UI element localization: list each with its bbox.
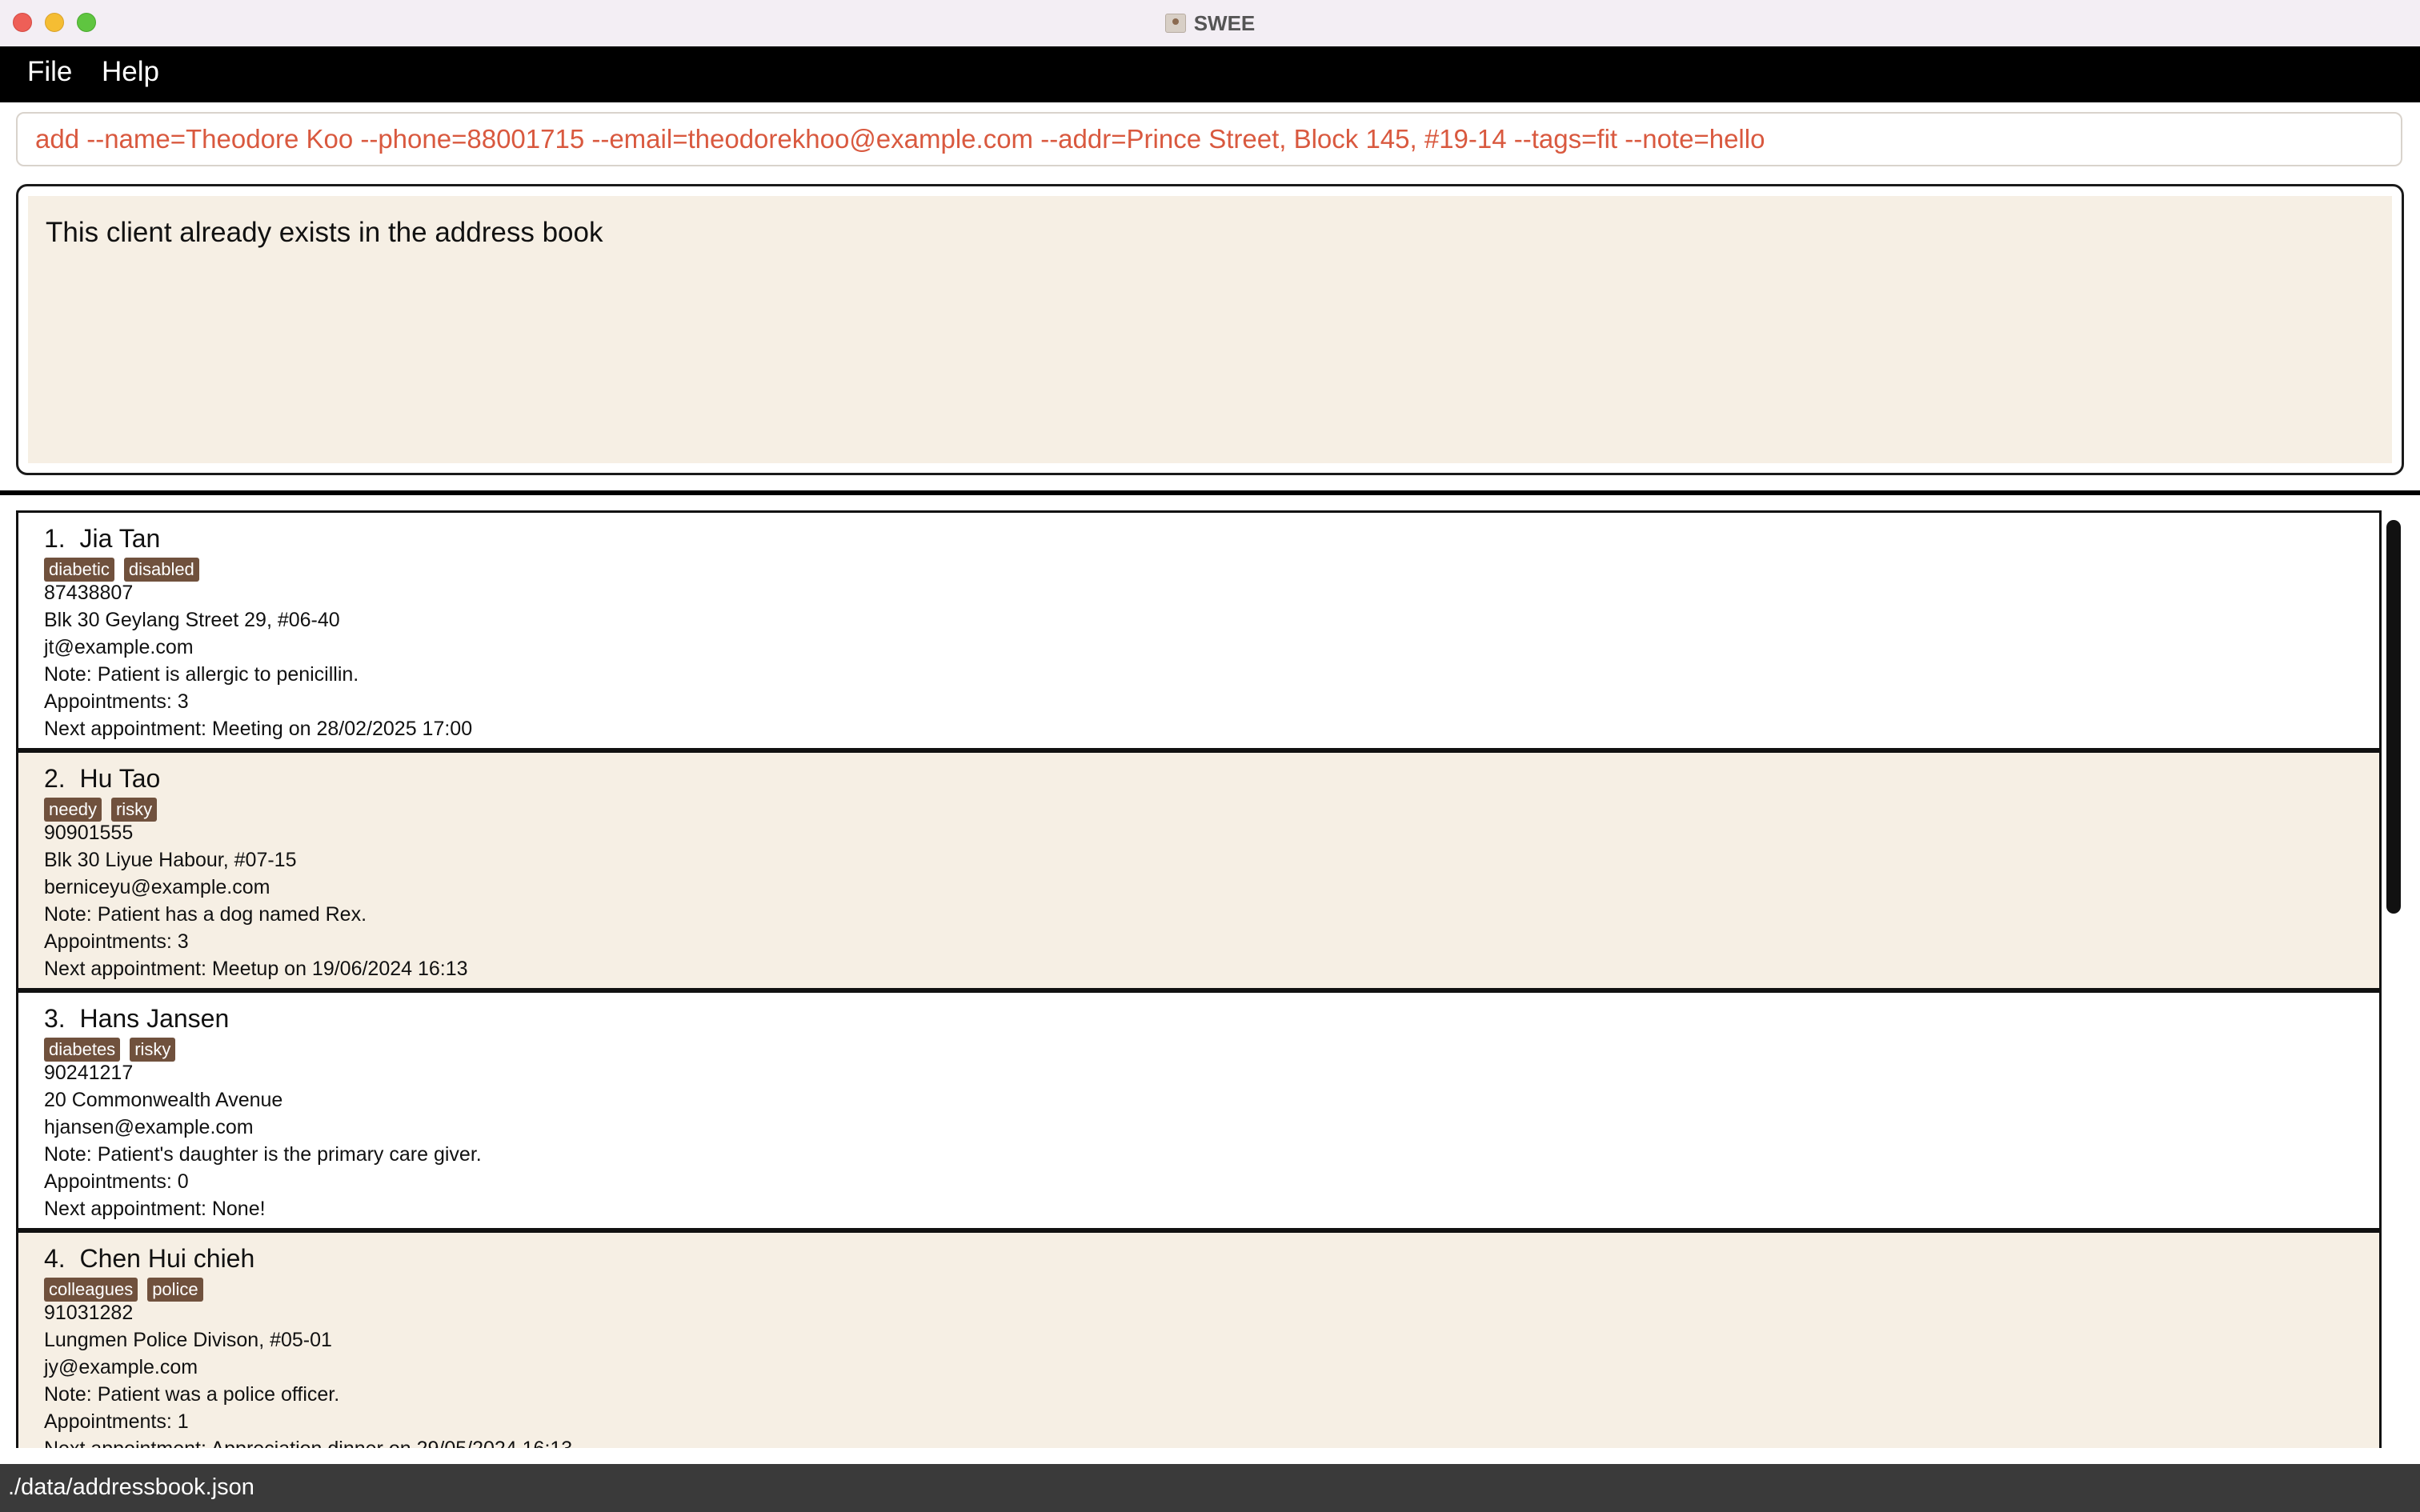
menu-bar: File Help [0, 46, 2420, 102]
person-tags: colleagues police [44, 1278, 203, 1302]
person-phone: 87438807 [44, 582, 134, 604]
window-title: SWEE [1193, 10, 1256, 35]
person-address: 20 Commonwealth Avenue [44, 1089, 283, 1111]
person-index: 3. [44, 1004, 66, 1033]
section-divider [0, 490, 2420, 495]
person-note: Note: Patient has a dog named Rex. [44, 903, 367, 926]
person-card[interactable]: 4. Chen Hui chieh colleagues police 9103… [16, 1230, 2382, 1448]
person-name: Hu Tao [79, 764, 161, 793]
result-display: This client already exists in the addres… [16, 184, 2404, 475]
tag-badge: diabetes [44, 1038, 121, 1062]
person-address: Lungmen Police Divison, #05-01 [44, 1329, 332, 1351]
person-email: jt@example.com [44, 636, 194, 658]
person-name: Chen Hui chieh [79, 1244, 255, 1273]
person-appointments: Appointments: 3 [44, 690, 189, 713]
person-next-appointment: Next appointment: None! [44, 1198, 266, 1220]
person-name: Hans Jansen [79, 1004, 230, 1033]
tag-badge: police [147, 1278, 203, 1302]
tag-badge: colleagues [44, 1278, 138, 1302]
command-input[interactable] [35, 114, 2380, 165]
person-note: Note: Patient's daughter is the primary … [44, 1143, 482, 1166]
person-next-appointment: Next appointment: Meetup on 19/06/2024 1… [44, 958, 468, 980]
person-email: berniceyu@example.com [44, 876, 270, 898]
person-card[interactable]: 2. Hu Tao needy risky 90901555 Blk 30 Li… [16, 750, 2382, 990]
person-next-appointment: Next appointment: Meeting on 28/02/2025 … [44, 718, 473, 740]
person-appointments: Appointments: 0 [44, 1170, 189, 1193]
status-bar: ./data/addressbook.json [0, 1464, 2420, 1512]
menu-help[interactable]: Help [102, 56, 159, 88]
window-titlebar: SWEE [0, 0, 2420, 47]
menu-file[interactable]: File [27, 56, 72, 88]
person-note: Note: Patient was a police officer. [44, 1383, 340, 1406]
person-index: 2. [44, 764, 66, 793]
person-address: Blk 30 Geylang Street 29, #06-40 [44, 609, 340, 631]
command-box [16, 112, 2402, 166]
person-appointments: Appointments: 3 [44, 930, 189, 953]
person-index: 1. [44, 524, 66, 553]
tag-badge: needy [44, 798, 102, 822]
person-phone: 90241217 [44, 1062, 134, 1084]
tag-badge: risky [130, 1038, 176, 1062]
person-name: Jia Tan [79, 524, 161, 553]
person-tags: needy risky [44, 798, 158, 822]
person-card[interactable]: 1. Jia Tan diabetic disabled 87438807 Bl… [16, 510, 2382, 750]
person-phone: 91031282 [44, 1302, 134, 1324]
address-book-icon [1164, 14, 1186, 33]
person-phone: 90901555 [44, 822, 134, 844]
person-index: 4. [44, 1244, 66, 1273]
person-tags: diabetic disabled [44, 558, 199, 582]
person-card[interactable]: 3. Hans Jansen diabetes risky 90241217 2… [16, 990, 2382, 1230]
person-list[interactable]: 1. Jia Tan diabetic disabled 87438807 Bl… [16, 510, 2382, 1448]
person-email: jy@example.com [44, 1356, 198, 1378]
result-message: This client already exists in the addres… [46, 217, 603, 248]
person-tags: diabetes risky [44, 1038, 176, 1062]
person-appointments: Appointments: 1 [44, 1410, 189, 1433]
list-scrollbar-thumb[interactable] [2386, 520, 2401, 914]
person-address: Blk 30 Liyue Habour, #07-15 [44, 849, 297, 871]
tag-badge: disabled [123, 558, 199, 582]
person-next-appointment: Next appointment: Appreciation dinner on… [44, 1438, 572, 1448]
save-file-path: ./data/addressbook.json [8, 1474, 254, 1500]
person-note: Note: Patient is allergic to penicillin. [44, 663, 359, 686]
tag-badge: diabetic [44, 558, 114, 582]
person-email: hjansen@example.com [44, 1116, 254, 1138]
tag-badge: risky [110, 798, 158, 822]
